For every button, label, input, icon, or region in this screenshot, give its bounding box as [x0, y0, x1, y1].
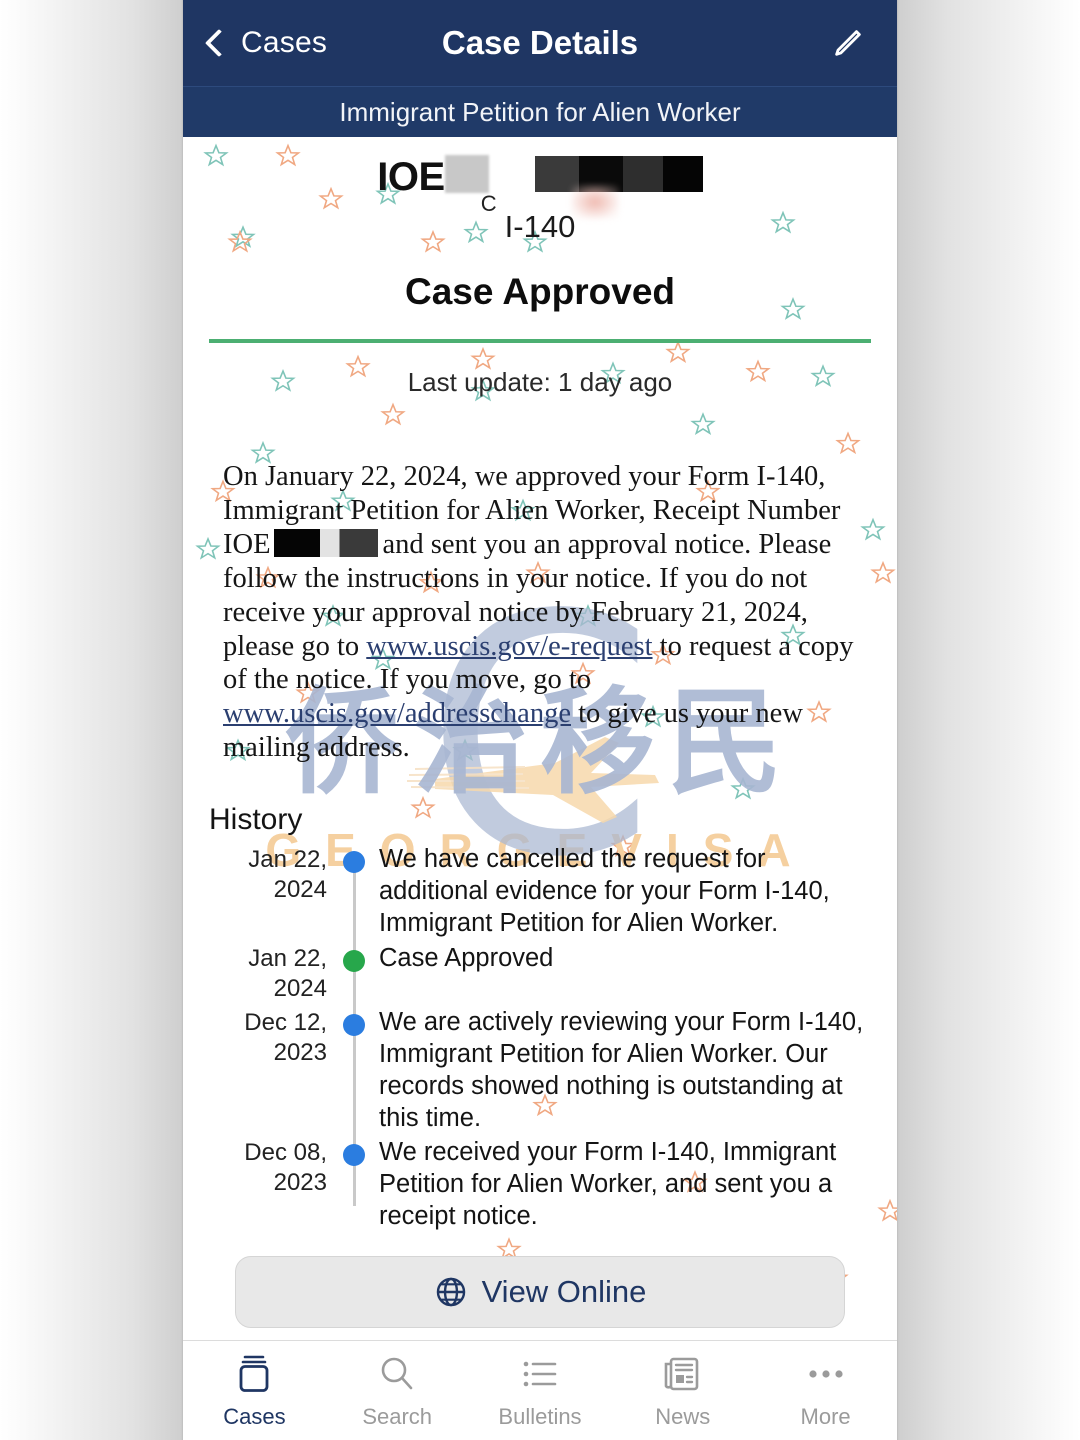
tab-search[interactable]: Search	[326, 1352, 469, 1430]
timeline-date: Jan 22, 2024	[248, 944, 327, 1002]
back-button-label: Cases	[241, 26, 328, 59]
timeline-text: Case Approved	[379, 943, 554, 972]
timeline-dot-blue-icon	[343, 1144, 365, 1167]
timeline-date: Dec 08, 2023	[244, 1139, 327, 1197]
case-status-heading: Case Approved	[404, 271, 676, 312]
timeline-text: We received your Form I-140, Immigrant P…	[379, 1138, 837, 1231]
case-detail-scroll-area[interactable]: C 侨治移民 GEORGEVISA IOE C I-140 Case Appro…	[183, 137, 897, 1340]
navigation-bar: Cases Case Details	[183, 0, 897, 86]
tab-cases-label: Cases	[223, 1403, 286, 1429]
blush-smudge-artifact	[570, 185, 619, 219]
timeline-date: Dec 12, 2023	[244, 1008, 327, 1066]
form-type-banner: Immigrant Petition for Alien Worker	[183, 86, 897, 137]
redaction-block-light	[444, 155, 489, 193]
history-timeline: Jan 22, 2024 We have cancelled the reque…	[209, 841, 871, 1232]
receipt-number-prefix: IOE	[377, 155, 445, 199]
history-heading: History	[209, 803, 303, 837]
receipt-number-row: IOE C	[183, 155, 897, 219]
search-icon	[377, 1352, 417, 1396]
left-gutter-shadow	[0, 0, 183, 1440]
tab-more[interactable]: More	[754, 1352, 897, 1430]
pencil-icon	[835, 30, 861, 56]
view-online-container: View Online	[209, 1256, 871, 1328]
timeline-text: We have cancelled the request for additi…	[379, 845, 830, 938]
timeline-dot-green-icon	[343, 949, 365, 972]
timeline-date: Jan 22, 2024	[248, 846, 327, 904]
timeline-item[interactable]: Dec 08, 2023 We received your Form I-140…	[209, 1134, 871, 1232]
form-type-label: Immigrant Petition for Alien Worker	[339, 96, 741, 127]
more-icon	[802, 1352, 850, 1396]
globe-icon	[436, 1277, 465, 1307]
cases-icon	[234, 1352, 274, 1396]
tab-news-label: News	[655, 1403, 711, 1429]
tab-more-label: More	[800, 1403, 851, 1429]
timeline-text: We are actively reviewing your Form I-14…	[379, 1007, 864, 1132]
timeline-item[interactable]: Jan 22, 2024 We have cancelled the reque…	[209, 841, 871, 939]
back-button[interactable]: Cases	[183, 26, 327, 60]
addresschange-link[interactable]: www.uscis.gov/addresschange	[223, 698, 571, 729]
view-online-label: View Online	[481, 1274, 647, 1309]
view-online-button[interactable]: View Online	[235, 1256, 845, 1328]
case-content: IOE C I-140 Case Approved Last update: 1…	[183, 137, 897, 1232]
redaction-block-4	[662, 156, 703, 192]
last-update-label: Last update: 1 day ago	[407, 367, 673, 397]
bulletins-icon	[519, 1352, 561, 1396]
chevron-left-icon	[204, 28, 234, 58]
tab-news[interactable]: News	[611, 1352, 754, 1430]
tab-bulletins-label: Bulletins	[498, 1403, 582, 1429]
inline-receipt-redaction	[274, 528, 379, 557]
service-center-letter: C	[480, 191, 497, 216]
right-gutter-shadow	[897, 0, 1080, 1440]
timeline-dot-blue-icon	[343, 851, 365, 874]
timeline-item[interactable]: Dec 12, 2023 We are actively reviewing y…	[209, 1004, 871, 1135]
tab-bulletins[interactable]: Bulletins	[469, 1352, 612, 1430]
screenshot-root: Cases Case Details Immigrant Petition fo…	[0, 0, 1080, 1440]
tab-cases[interactable]: Cases	[183, 1352, 326, 1430]
case-message-paragraph: On January 22, 2024, we approved your Fo…	[223, 460, 857, 765]
news-icon	[662, 1352, 704, 1396]
tab-search-label: Search	[362, 1403, 433, 1429]
timeline-item[interactable]: Jan 22, 2024 Case Approved	[209, 940, 871, 1004]
bottom-tab-bar: Cases Search Bulletins News More	[183, 1340, 897, 1440]
edit-button[interactable]	[831, 26, 897, 60]
timeline-dot-blue-icon	[343, 1013, 365, 1036]
phone-screen: Cases Case Details Immigrant Petition fo…	[183, 0, 897, 1440]
receipt-number-redaction: C	[444, 155, 703, 219]
case-summary-header: IOE C I-140 Case Approved	[183, 137, 897, 313]
e-request-link[interactable]: www.uscis.gov/e-request	[366, 631, 652, 662]
redaction-block-3	[622, 156, 663, 192]
status-divider	[209, 339, 871, 343]
form-number: I-140	[504, 209, 576, 244]
